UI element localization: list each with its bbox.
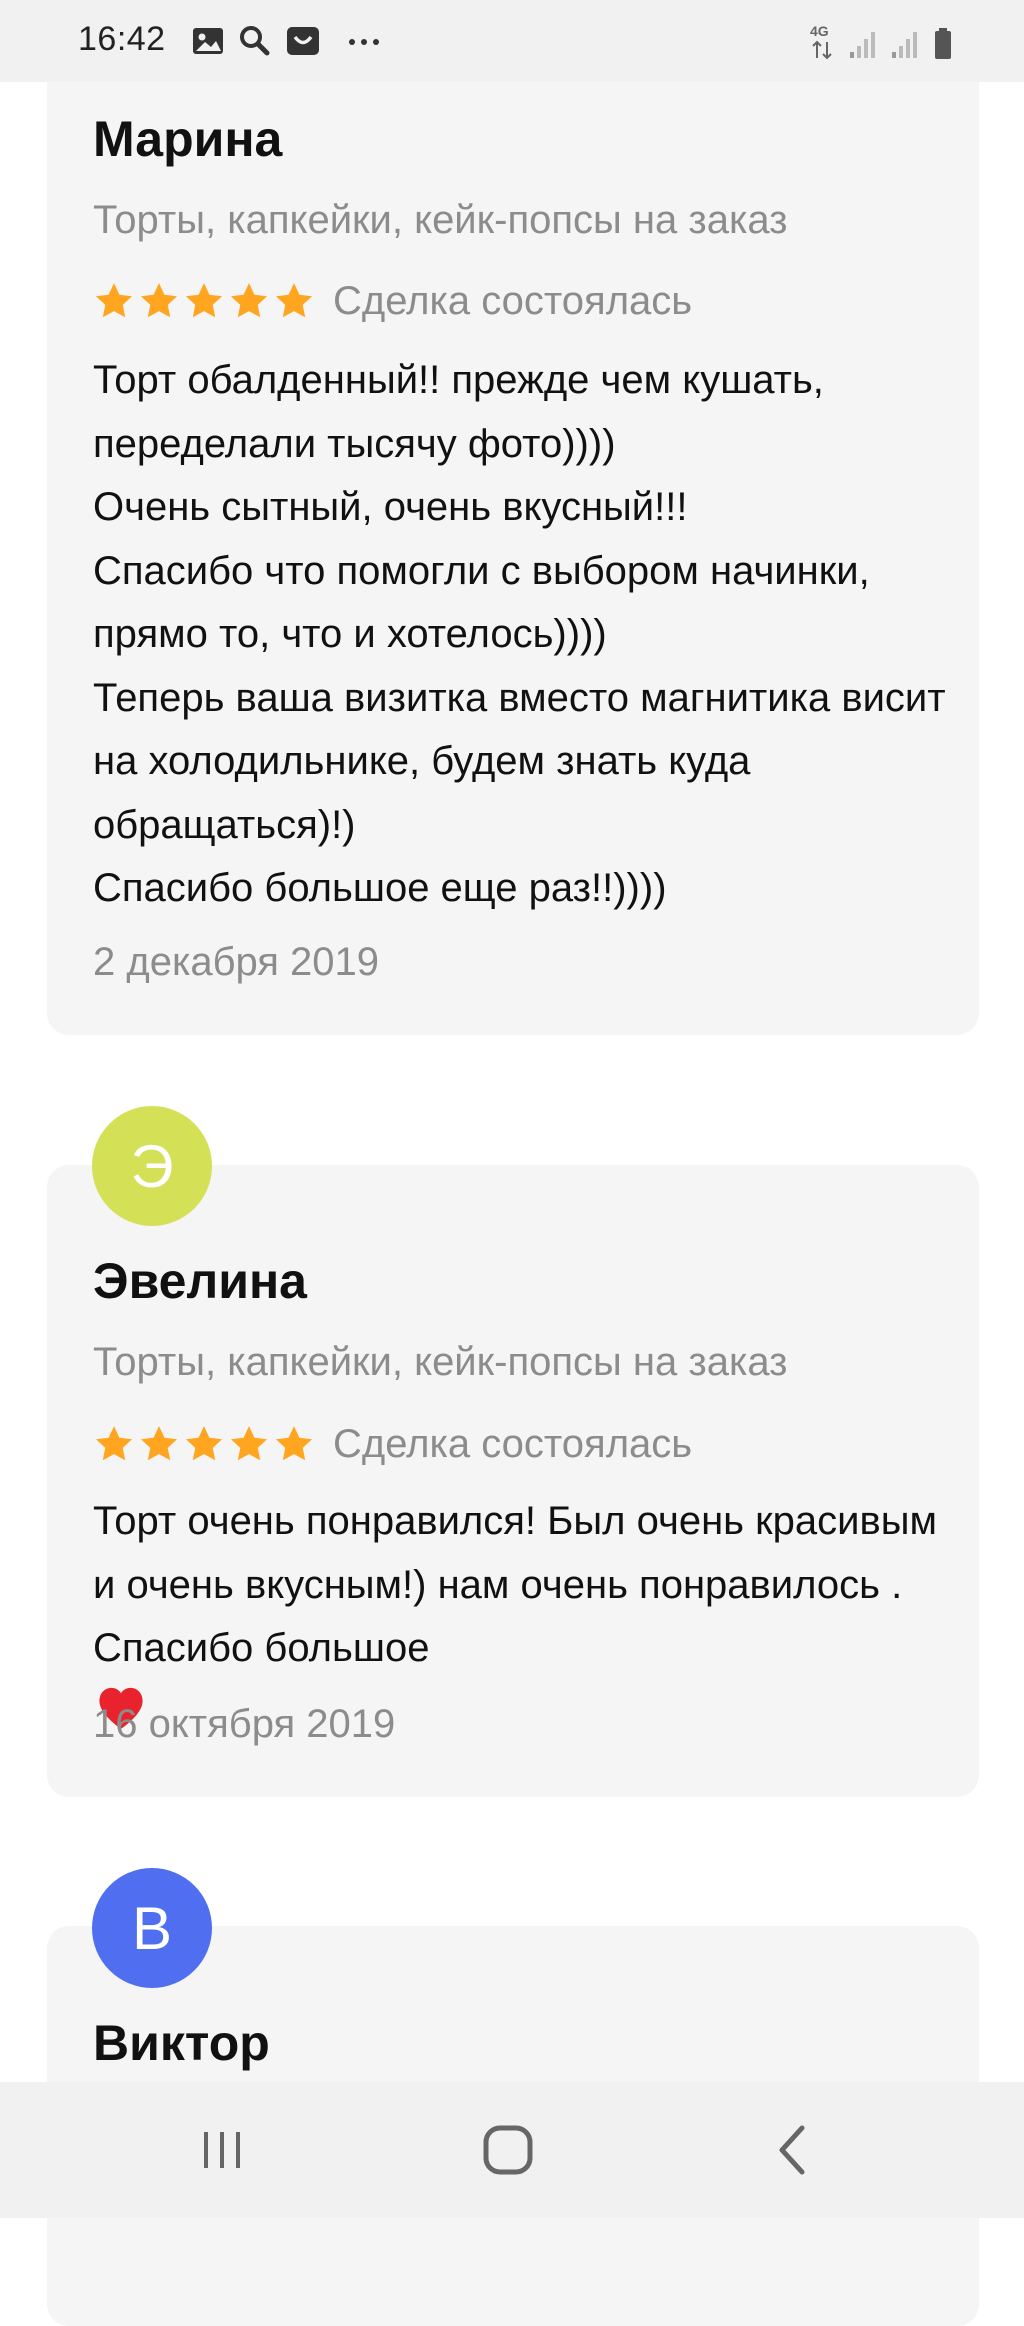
rating-row: Сделка состоялась [93, 1418, 692, 1470]
star-icon [230, 1426, 268, 1461]
review-date: 16 октября 2019 [93, 1702, 396, 1746]
star-icon [140, 283, 178, 318]
review-text-content: Торт очень понравился! Был очень красивы… [93, 1499, 937, 1670]
reviewer-name: Марина [93, 111, 283, 167]
service-name: Торты, капкейки, кейк-попсы на заказ [93, 198, 788, 242]
battery-icon [935, 28, 951, 59]
review-text: Торт обалденный!! прежде чем кушать, пер… [93, 358, 946, 910]
more-icon [349, 39, 379, 45]
status-bar: 16:42 4G [0, 0, 1024, 82]
star-icon [230, 283, 268, 318]
star-icon [95, 1426, 133, 1461]
back-icon[interactable] [762, 2118, 826, 2182]
service-name: Торты, капкейки, кейк-попсы на заказ [93, 1340, 788, 1384]
bag-icon [287, 27, 319, 55]
star-rating [93, 280, 315, 322]
reviewer-name: Виктор [93, 2015, 270, 2071]
avatar: В [92, 1868, 212, 1988]
star-icon [275, 283, 313, 318]
rating-row: Сделка состоялась [93, 275, 692, 327]
deal-status: Сделка состоялась [333, 1421, 693, 1466]
home-icon[interactable] [476, 2118, 540, 2182]
navigation-bar [0, 2082, 1024, 2218]
review-date: 2 декабря 2019 [93, 940, 380, 984]
recent-apps-icon[interactable] [190, 2118, 254, 2182]
search-icon [240, 26, 270, 56]
star-icon [185, 283, 223, 318]
network-icon: 4G [810, 23, 832, 60]
deal-status: Сделка состоялась [333, 278, 693, 323]
star-icon [95, 283, 133, 318]
status-time: 16:42 [78, 20, 166, 58]
signal-icon-2 [892, 32, 917, 58]
star-icon [140, 1426, 178, 1461]
star-icon [275, 1426, 313, 1461]
star-icon [185, 1426, 223, 1461]
reviewer-name: Эвелина [93, 1253, 307, 1309]
avatar: Э [92, 1106, 212, 1226]
image-icon [193, 28, 223, 54]
status-right: 4G [808, 22, 954, 62]
signal-icon [850, 32, 875, 58]
network-type-label: 4G [810, 23, 829, 39]
star-rating [93, 1423, 315, 1465]
